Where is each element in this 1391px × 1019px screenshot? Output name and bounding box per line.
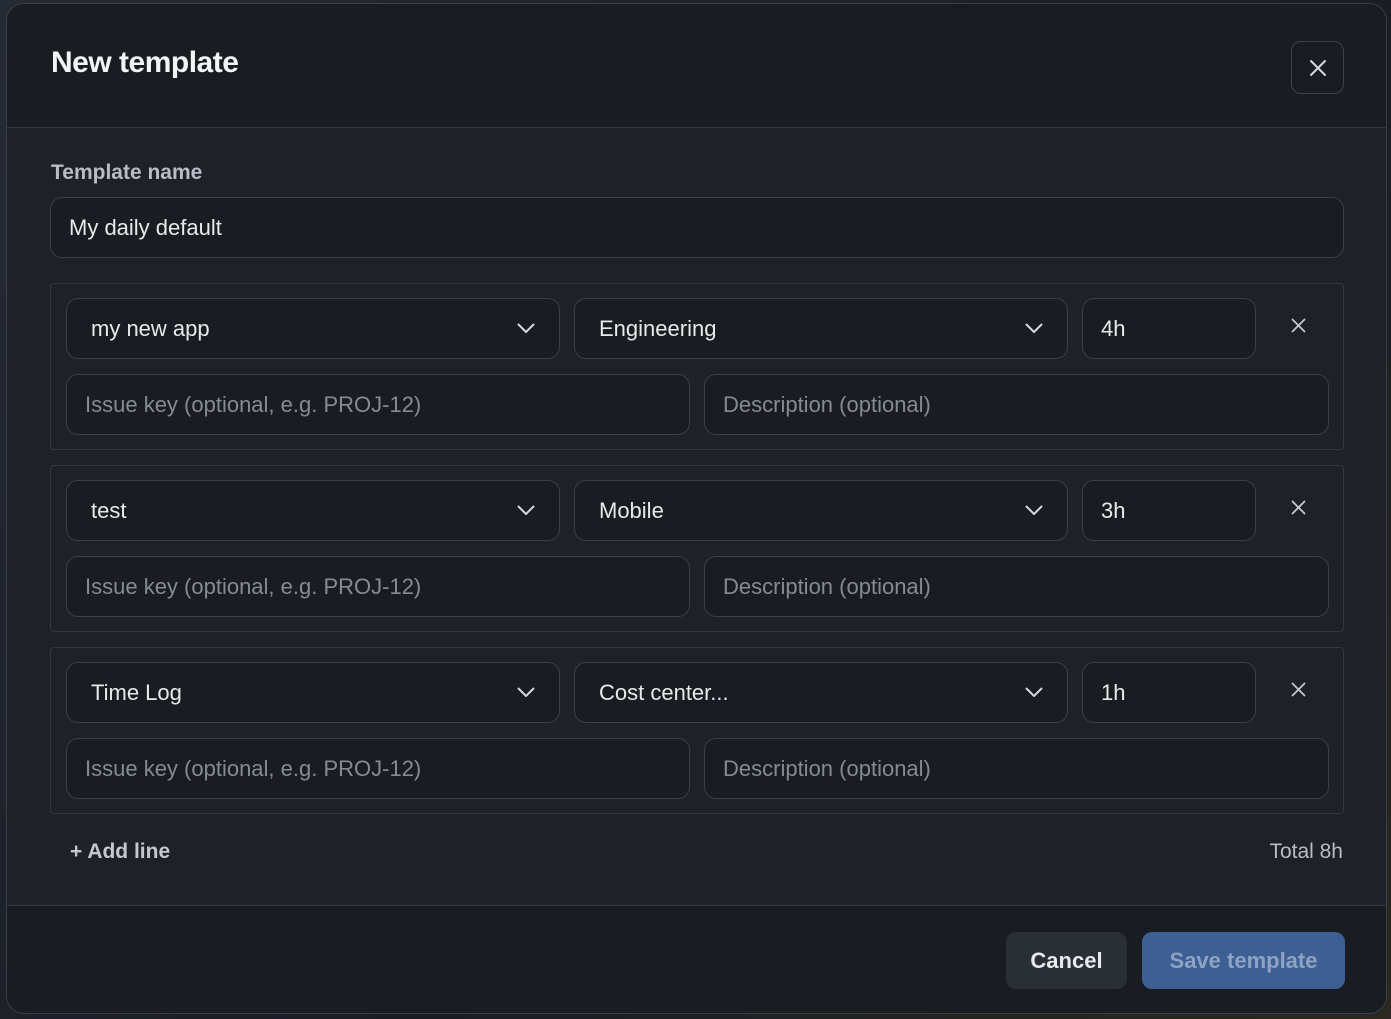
issue-key-input[interactable]: Issue key (optional, e.g. PROJ-12) <box>66 556 690 617</box>
chevron-down-icon <box>517 323 535 334</box>
cost-center-select[interactable]: Mobile <box>574 480 1068 541</box>
dialog-footer: Cancel Save template <box>7 905 1386 1013</box>
template-line-1: my new app Engineering 4h Issue key (opt… <box>50 283 1344 450</box>
close-icon <box>1291 500 1306 515</box>
cost-center-select-value: Engineering <box>599 315 717 341</box>
cost-center-select-value: Cost center... <box>599 679 729 705</box>
close-icon <box>1309 59 1327 77</box>
hours-input[interactable]: 1h <box>1082 662 1256 723</box>
cost-center-select-value: Mobile <box>599 497 664 523</box>
new-template-dialog: New template Template name My daily defa… <box>6 3 1387 1014</box>
chevron-down-icon <box>1025 323 1043 334</box>
project-select[interactable]: Time Log <box>66 662 560 723</box>
template-line-2: test Mobile 3h Issue key (optional, e.g.… <box>50 465 1344 632</box>
chevron-down-icon <box>1025 687 1043 698</box>
template-line-3: Time Log Cost center... 1h Issue key (op… <box>50 647 1344 814</box>
issue-key-input[interactable]: Issue key (optional, e.g. PROJ-12) <box>66 374 690 435</box>
close-dialog-button[interactable] <box>1291 41 1344 94</box>
cancel-button[interactable]: Cancel <box>1006 932 1127 989</box>
chevron-down-icon <box>1025 505 1043 516</box>
project-select[interactable]: test <box>66 480 560 541</box>
project-select-value: test <box>91 497 127 523</box>
description-input[interactable]: Description (optional) <box>704 738 1329 799</box>
description-input[interactable]: Description (optional) <box>704 374 1329 435</box>
close-icon <box>1291 318 1306 333</box>
chevron-down-icon <box>517 505 535 516</box>
hours-input[interactable]: 4h <box>1082 298 1256 359</box>
template-name-label: Template name <box>51 161 203 184</box>
remove-line-button[interactable] <box>1283 674 1313 704</box>
remove-line-button[interactable] <box>1283 492 1313 522</box>
total-hours: Total 8h <box>1269 840 1343 863</box>
save-template-button[interactable]: Save template <box>1142 932 1345 989</box>
remove-line-button[interactable] <box>1283 310 1313 340</box>
issue-key-input[interactable]: Issue key (optional, e.g. PROJ-12) <box>66 738 690 799</box>
close-icon <box>1291 682 1306 697</box>
dialog-header: New template <box>7 4 1386 128</box>
project-select-value: Time Log <box>91 679 182 705</box>
dialog-body: Template name My daily default my new ap… <box>7 128 1386 905</box>
cost-center-select[interactable]: Engineering <box>574 298 1068 359</box>
description-input[interactable]: Description (optional) <box>704 556 1329 617</box>
project-select[interactable]: my new app <box>66 298 560 359</box>
add-line-button[interactable]: + Add line <box>70 840 170 864</box>
cost-center-select[interactable]: Cost center... <box>574 662 1068 723</box>
hours-input[interactable]: 3h <box>1082 480 1256 541</box>
project-select-value: my new app <box>91 315 210 341</box>
dialog-title: New template <box>51 46 239 79</box>
chevron-down-icon <box>517 687 535 698</box>
template-name-input[interactable]: My daily default <box>50 197 1344 258</box>
